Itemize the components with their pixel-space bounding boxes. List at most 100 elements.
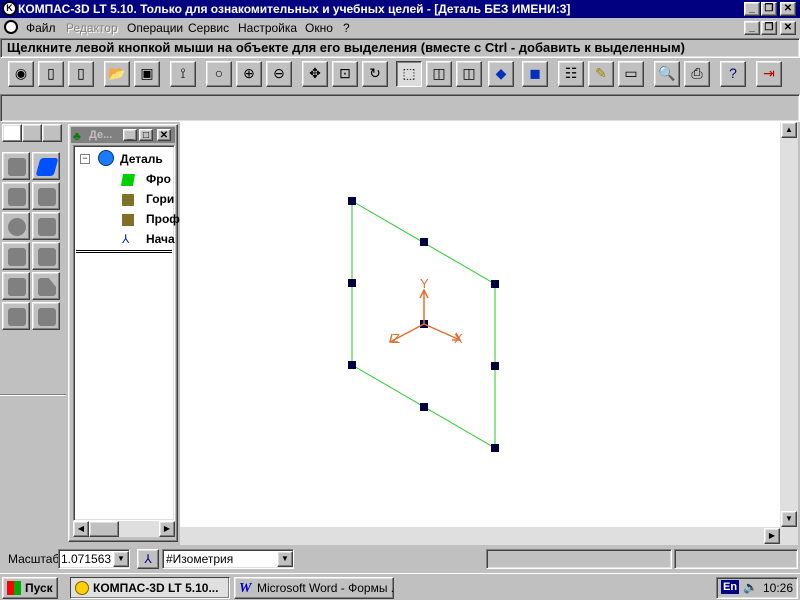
no-hidden-lines-icon[interactable]: ◫ bbox=[456, 61, 482, 87]
windows-logo-icon bbox=[7, 581, 21, 595]
hidden-lines-icon[interactable]: ◫ bbox=[426, 61, 452, 87]
chamfer-tool[interactable] bbox=[32, 242, 60, 270]
kinematic-tool[interactable] bbox=[32, 182, 60, 210]
app-icon[interactable]: K bbox=[2, 1, 17, 16]
rotate-tool[interactable] bbox=[2, 182, 30, 210]
zoom-in-icon[interactable]: ⊕ bbox=[236, 61, 262, 87]
context-help-icon[interactable]: ? bbox=[720, 61, 746, 87]
tree-minimize-icon[interactable]: _ bbox=[123, 129, 137, 141]
menu-settings[interactable]: Настройка bbox=[238, 21, 297, 35]
task-word[interactable]: W Microsoft Word - Формы ... bbox=[234, 577, 394, 599]
scale-combo[interactable]: 1.071563 ▼ bbox=[58, 549, 130, 569]
close-icon[interactable]: ✕ bbox=[780, 2, 796, 16]
origin-icon: ⅄ bbox=[122, 232, 130, 246]
scale-dropdown-icon[interactable]: ▼ bbox=[113, 551, 129, 567]
new-sheet-icon[interactable]: ▯ bbox=[68, 61, 94, 87]
tree-icon: ♣ bbox=[73, 129, 81, 143]
camera-icon[interactable]: ◉ bbox=[8, 61, 34, 87]
task-word-label: Microsoft Word - Формы ... bbox=[257, 581, 394, 595]
zoom-fit-icon[interactable]: ⊡ bbox=[332, 61, 358, 87]
system-tray: En 🔈 10:26 bbox=[716, 577, 798, 599]
new-doc-icon[interactable]: ▯ bbox=[38, 61, 64, 87]
menu-edit[interactable]: Редактор bbox=[66, 21, 118, 35]
shell-tool[interactable] bbox=[2, 272, 30, 300]
hole-tool[interactable] bbox=[32, 212, 60, 240]
perspective-icon[interactable]: ◼ bbox=[522, 61, 548, 87]
minimize-icon[interactable]: _ bbox=[744, 2, 760, 16]
solid-tool[interactable] bbox=[32, 152, 60, 180]
fillet-tool[interactable] bbox=[2, 242, 30, 270]
zoom-out-icon[interactable]: ⊖ bbox=[266, 61, 292, 87]
wireframe-icon[interactable]: ⬚ bbox=[396, 61, 422, 87]
collapse-icon[interactable]: − bbox=[80, 154, 90, 164]
slope-tool[interactable] bbox=[32, 272, 60, 300]
tree-root[interactable]: Деталь bbox=[120, 152, 163, 166]
menu-help[interactable]: ? bbox=[343, 21, 350, 35]
section-tool[interactable] bbox=[32, 302, 60, 330]
tree-item-front[interactable]: Фро bbox=[146, 172, 171, 186]
window-title: КОМПАС-3D LT 5.10. Только для ознакомите… bbox=[18, 2, 571, 16]
vertical-scrollbar[interactable]: ▲ ▼ bbox=[780, 122, 798, 545]
print-icon[interactable]: ⎙ bbox=[684, 61, 710, 87]
language-indicator[interactable]: En bbox=[721, 580, 740, 594]
tree-toggle-icon[interactable]: ☷ bbox=[558, 61, 584, 87]
doc-minimize-icon[interactable]: _ bbox=[744, 21, 760, 35]
scroll-right-icon[interactable]: ▶ bbox=[764, 528, 780, 544]
task-kompas[interactable]: КОМПАС-3D LT 5.10... bbox=[70, 577, 230, 599]
tree-scroll-right-icon[interactable]: ▶ bbox=[159, 521, 175, 537]
tree-scroll-thumb[interactable] bbox=[89, 521, 119, 537]
tree-separator bbox=[76, 250, 172, 253]
scale-value: 1.071563 bbox=[61, 552, 112, 566]
sketch-mode-icon[interactable] bbox=[22, 124, 42, 142]
tree-scroll-left-icon[interactable]: ◀ bbox=[73, 521, 89, 537]
view-dropdown-icon[interactable]: ▼ bbox=[277, 551, 293, 567]
clock[interactable]: 10:26 bbox=[763, 581, 793, 595]
axis-x-label: X bbox=[454, 331, 463, 346]
view-combo[interactable]: #Изометрия ▼ bbox=[162, 549, 294, 569]
volume-icon[interactable]: 🔈 bbox=[743, 580, 758, 594]
zoom-icon[interactable]: ○ bbox=[206, 61, 232, 87]
window-title-bar[interactable]: K КОМПАС-3D LT 5.10. Только для ознакоми… bbox=[0, 0, 800, 18]
edit-mode-icon[interactable] bbox=[2, 124, 22, 142]
menu-operations[interactable]: Операции bbox=[127, 21, 183, 35]
menu-file[interactable]: Файл bbox=[26, 21, 56, 35]
scroll-up-icon[interactable]: ▲ bbox=[781, 122, 797, 138]
status-line-icon[interactable]: ▭ bbox=[618, 61, 644, 87]
status-field-2 bbox=[674, 549, 798, 569]
horizontal-scrollbar[interactable]: ▶ bbox=[180, 527, 780, 545]
select-axes-icon[interactable]: ⟟ bbox=[170, 61, 196, 87]
measure-icon[interactable]: ✎ bbox=[588, 61, 614, 87]
exit-icon[interactable]: ⇥ bbox=[756, 61, 782, 87]
orientation-icon[interactable]: ⅄ bbox=[137, 549, 159, 569]
tree-item-top[interactable]: Гори bbox=[146, 192, 174, 206]
model-viewport[interactable]: Y X Z bbox=[180, 122, 780, 527]
status-field-1 bbox=[486, 549, 672, 569]
tree-close-icon[interactable]: ✕ bbox=[157, 129, 171, 141]
extrude-tool[interactable] bbox=[2, 152, 30, 180]
pan-icon[interactable]: ✥ bbox=[302, 61, 328, 87]
loft-tool[interactable] bbox=[2, 212, 30, 240]
doc-close-icon[interactable]: ✕ bbox=[780, 21, 796, 35]
plane-profile-icon bbox=[122, 214, 134, 226]
dimension-mode-icon[interactable] bbox=[42, 124, 62, 142]
tree-maximize-icon[interactable]: □ bbox=[139, 129, 153, 141]
rib-tool[interactable] bbox=[2, 302, 30, 330]
print-preview-icon[interactable]: 🔍 bbox=[654, 61, 680, 87]
plane-front-icon bbox=[120, 174, 136, 186]
doc-restore-icon[interactable]: ❐ bbox=[761, 21, 777, 35]
rotate-icon[interactable]: ↻ bbox=[362, 61, 388, 87]
menu-service[interactable]: Сервис bbox=[188, 21, 229, 35]
menu-window[interactable]: Окно bbox=[305, 21, 333, 35]
start-button[interactable]: Пуск bbox=[2, 577, 58, 599]
word-task-icon: W bbox=[239, 581, 252, 596]
tree-item-origin[interactable]: Нача bbox=[146, 232, 175, 246]
panel-divider bbox=[0, 394, 66, 396]
restore-icon[interactable]: ❐ bbox=[761, 2, 777, 16]
doc-icon[interactable] bbox=[4, 20, 18, 34]
scroll-down-icon[interactable]: ▼ bbox=[781, 511, 797, 527]
tree-item-profile[interactable]: Проф bbox=[146, 212, 180, 226]
shaded-icon[interactable]: ◆ bbox=[488, 61, 514, 87]
open-folder-icon[interactable]: 📂 bbox=[104, 61, 130, 87]
save-disk-icon[interactable]: ▣ bbox=[134, 61, 160, 87]
tree-hscroll[interactable]: ◀ ▶ bbox=[73, 521, 175, 537]
